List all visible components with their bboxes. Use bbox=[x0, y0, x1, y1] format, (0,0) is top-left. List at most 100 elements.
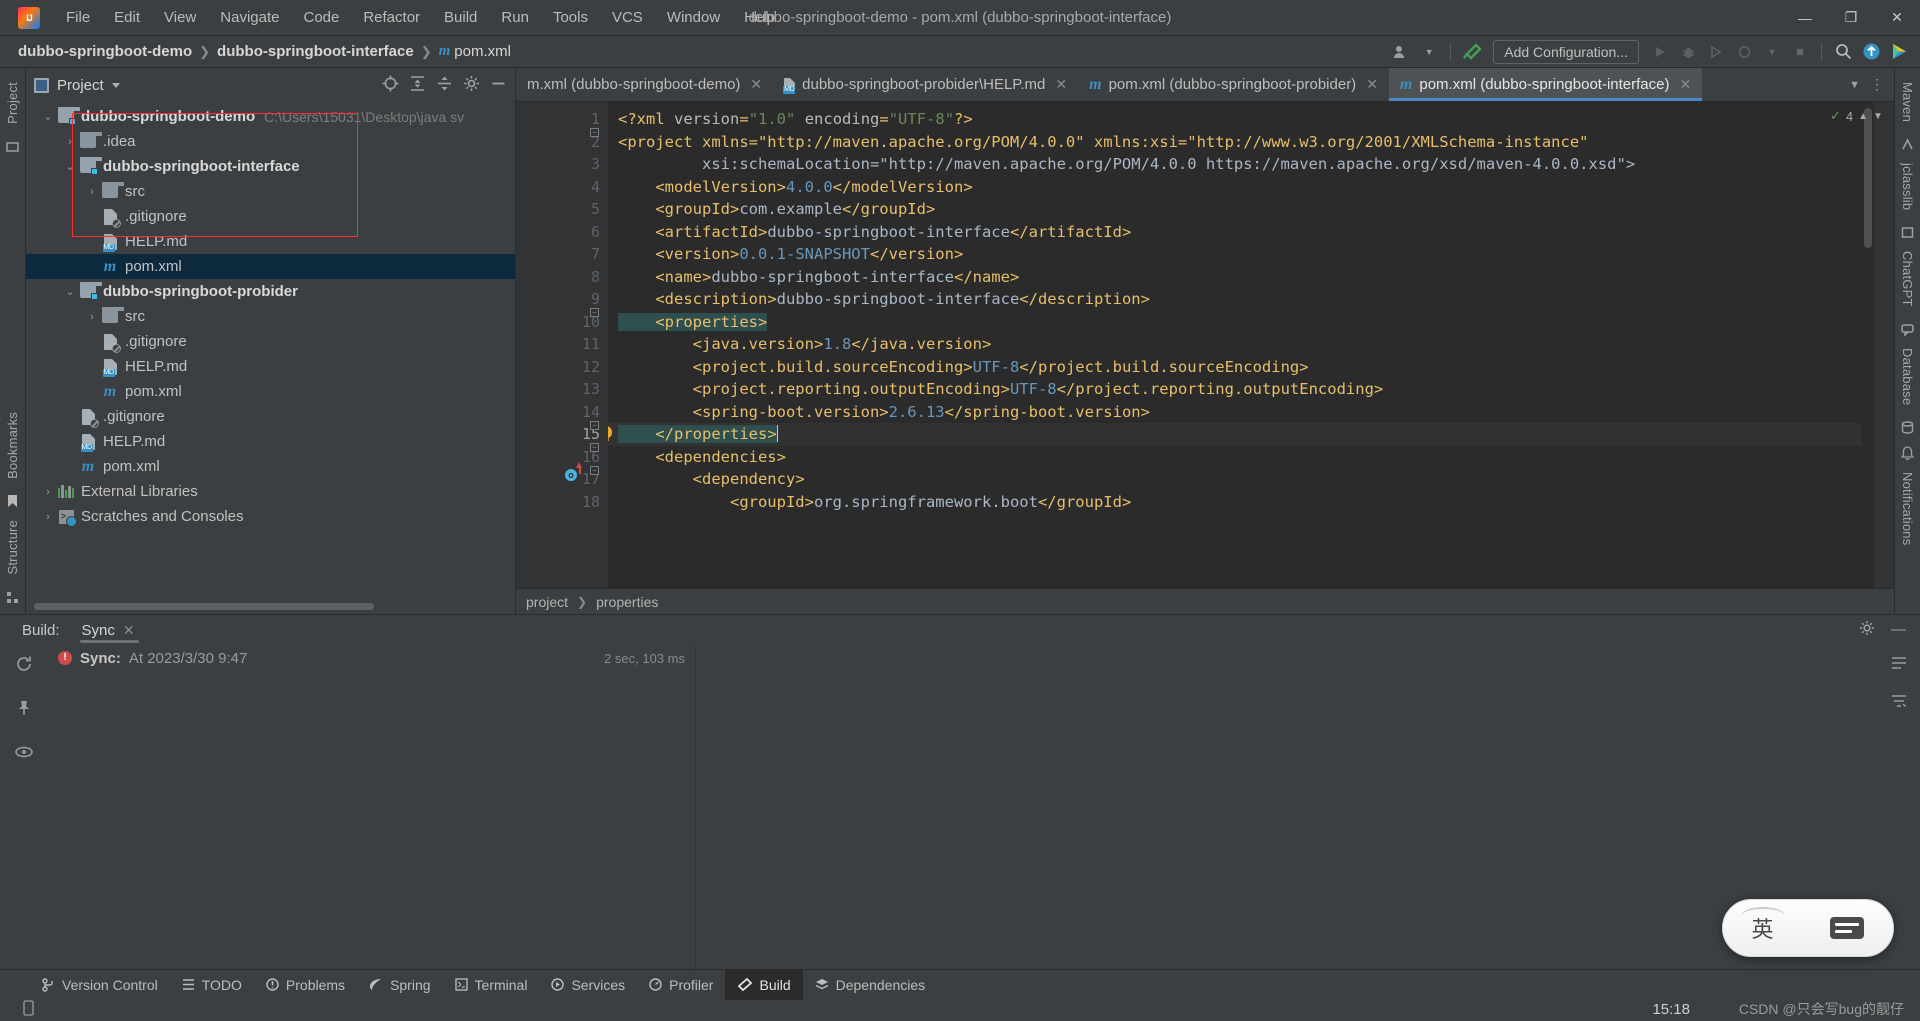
menu-code[interactable]: Code bbox=[291, 5, 351, 30]
code-line[interactable]: <modelVersion>4.0.0</modelVersion> bbox=[608, 176, 1874, 199]
update-project-icon[interactable] bbox=[1858, 40, 1884, 64]
breadcrumb[interactable]: dubbo-springboot-demo ❯ dubbo-springboot… bbox=[18, 43, 511, 60]
close-button[interactable]: ✕ bbox=[1874, 0, 1920, 36]
code-line[interactable]: <properties> bbox=[608, 311, 1874, 334]
tree-node--gitignore[interactable]: ·.gitignore bbox=[26, 204, 515, 229]
breadcrumb-file[interactable]: pom.xml bbox=[454, 43, 511, 60]
filter-icon[interactable] bbox=[1890, 693, 1908, 713]
code-line[interactable]: xsi:schemaLocation="http://maven.apache.… bbox=[608, 153, 1874, 176]
menu-tools[interactable]: Tools bbox=[541, 5, 600, 30]
status-button-build[interactable]: Build bbox=[725, 969, 803, 1000]
tree-toggle-arrow[interactable]: › bbox=[84, 311, 100, 323]
tree-node-dubbo-springboot-interface[interactable]: ⌄ dubbo-springboot-interface bbox=[26, 154, 515, 179]
code-line[interactable]: <project.reporting.outputEncoding>UTF-8<… bbox=[608, 378, 1874, 401]
list-view-icon[interactable] bbox=[1890, 655, 1908, 675]
editor-tab-pom-probider[interactable]: m pom.xml (dubbo-springboot-probider) ✕ bbox=[1078, 68, 1389, 101]
menu-refactor[interactable]: Refactor bbox=[351, 5, 432, 30]
menu-help[interactable]: Help bbox=[732, 5, 787, 30]
code-line[interactable]: <groupId>org.springframework.boot</group… bbox=[608, 491, 1874, 514]
tool-tab-project[interactable]: Project bbox=[2, 74, 23, 132]
tree-node-scratches-and-consoles[interactable]: › >_ Scratches and Consoles bbox=[26, 504, 515, 529]
code-line[interactable]: <name>dubbo-springboot-interface</name> bbox=[608, 266, 1874, 289]
code-line[interactable]: <project xmlns="http://maven.apache.org/… bbox=[608, 131, 1874, 154]
status-button-spring[interactable]: Spring bbox=[357, 970, 442, 1000]
code-line[interactable]: <dependencies> bbox=[608, 446, 1874, 469]
fold-marker-line-17[interactable]: − bbox=[590, 466, 599, 475]
menu-navigate[interactable]: Navigate bbox=[208, 5, 291, 30]
user-account-icon[interactable] bbox=[1388, 40, 1414, 64]
database-strip-icon[interactable] bbox=[1901, 421, 1914, 434]
tree-toggle-arrow[interactable]: › bbox=[62, 136, 78, 148]
fold-marker-line-16[interactable]: − bbox=[590, 443, 599, 452]
code-line[interactable]: <project.build.sourceEncoding>UTF-8</pro… bbox=[608, 356, 1874, 379]
tree-node-src[interactable]: › src bbox=[26, 304, 515, 329]
menu-file[interactable]: File bbox=[54, 5, 102, 30]
editor-tab-pom-demo[interactable]: m.xml (dubbo-springboot-demo) ✕ bbox=[516, 68, 773, 101]
status-button-dependencies[interactable]: Dependencies bbox=[803, 970, 938, 1000]
code-line[interactable]: <java.version>1.8</java.version> bbox=[608, 333, 1874, 356]
tree-node--gitignore[interactable]: ·.gitignore bbox=[26, 329, 515, 354]
tab-close-icon[interactable]: ✕ bbox=[1055, 76, 1067, 93]
profile-button[interactable] bbox=[1731, 40, 1757, 64]
tree-toggle-arrow[interactable]: › bbox=[40, 511, 56, 523]
tab-close-icon[interactable]: ✕ bbox=[1680, 76, 1692, 93]
project-panel-title-group[interactable]: Project bbox=[34, 77, 120, 94]
fold-marker-line-15[interactable]: − bbox=[590, 421, 599, 430]
maven-strip-icon[interactable] bbox=[1901, 138, 1914, 151]
chevron-up-icon[interactable]: ▲ bbox=[1858, 111, 1868, 122]
tree-node-pom-xml[interactable]: ·mpom.xml bbox=[26, 379, 515, 404]
minimize-panel-icon[interactable]: — bbox=[1891, 622, 1906, 637]
window-controls[interactable]: — ❐ ✕ bbox=[1782, 0, 1920, 36]
code-line[interactable]: <groupId>com.example</groupId> bbox=[608, 198, 1874, 221]
structure-strip-icon[interactable] bbox=[6, 591, 19, 604]
tree-node-external-libraries[interactable]: › External Libraries bbox=[26, 479, 515, 504]
ide-feature-icon[interactable] bbox=[1886, 40, 1912, 64]
collapse-all-icon[interactable] bbox=[436, 75, 453, 96]
code-line[interactable]: <description>dubbo-springboot-interface<… bbox=[608, 288, 1874, 311]
chevron-down-icon[interactable]: ▼ bbox=[1873, 111, 1883, 122]
tree-node--gitignore[interactable]: ·.gitignore bbox=[26, 404, 515, 429]
status-button-services[interactable]: Services bbox=[539, 970, 637, 1000]
tree-node-help-md[interactable]: ·MDHELP.md bbox=[26, 229, 515, 254]
inspection-strip[interactable]: ✓ 4 ▲ ▼ bbox=[1830, 102, 1894, 588]
status-button-problems[interactable]: Problems bbox=[254, 970, 357, 1000]
settings-gear-icon[interactable] bbox=[463, 75, 480, 96]
tree-node-help-md[interactable]: ·MDHELP.md bbox=[26, 354, 515, 379]
tool-tab-jclasslib[interactable]: jclasslib bbox=[1897, 155, 1918, 218]
stop-button[interactable]: ■ bbox=[1787, 40, 1813, 64]
scrollbar-thumb[interactable] bbox=[34, 602, 374, 610]
dependency-annotation-icon[interactable]: o bbox=[565, 469, 577, 481]
ime-keyboard-icon[interactable] bbox=[1830, 917, 1865, 939]
tree-node-help-md[interactable]: ·MDHELP.md bbox=[26, 429, 515, 454]
pin-icon[interactable] bbox=[15, 699, 33, 721]
select-opened-file-icon[interactable] bbox=[382, 75, 399, 96]
tool-tab-maven[interactable]: Maven bbox=[1897, 74, 1918, 130]
add-configuration-button[interactable]: Add Configuration... bbox=[1493, 39, 1639, 64]
editor-tab-help-md[interactable]: MD dubbo-springboot-probider\HELP.md ✕ bbox=[773, 68, 1078, 101]
user-dropdown-caret-icon[interactable]: ▼ bbox=[1416, 40, 1442, 64]
run-dropdown-caret-icon[interactable]: ▼ bbox=[1759, 40, 1785, 64]
expand-all-icon[interactable] bbox=[409, 75, 426, 96]
code-line[interactable]: <artifactId>dubbo-springboot-interface</… bbox=[608, 221, 1874, 244]
hide-panel-icon[interactable] bbox=[490, 75, 507, 96]
device-icon[interactable] bbox=[22, 1000, 35, 1020]
build-hammer-icon[interactable] bbox=[1459, 40, 1485, 64]
minimize-button[interactable]: — bbox=[1782, 0, 1828, 36]
menu-edit[interactable]: Edit bbox=[102, 5, 152, 30]
editor-gutter[interactable]: 1 2 3 4 5 6 7 8 9 10 11 12 13 14 15 16 17 18 − − − − − o bbox=[516, 102, 608, 588]
menu-run[interactable]: Run bbox=[489, 5, 541, 30]
tree-node-pom-xml[interactable]: ·mpom.xml bbox=[26, 454, 515, 479]
jclasslib-strip-icon[interactable] bbox=[1901, 226, 1914, 239]
fold-marker-line-10[interactable]: − bbox=[590, 308, 599, 317]
tree-toggle-arrow[interactable]: ⌄ bbox=[40, 110, 56, 123]
code-line[interactable]: </properties> bbox=[608, 423, 1874, 446]
chevron-down-icon[interactable]: ▼ bbox=[1849, 79, 1860, 91]
chatgpt-strip-icon[interactable] bbox=[1901, 323, 1914, 336]
menu-window[interactable]: Window bbox=[655, 5, 732, 30]
breadcrumb-project-node[interactable]: project bbox=[526, 594, 568, 610]
menu-view[interactable]: View bbox=[152, 5, 208, 30]
menu-bar[interactable]: File Edit View Navigate Code Refactor Bu… bbox=[54, 5, 787, 30]
code-area[interactable]: <?xml version="1.0" encoding="UTF-8"?> <p… bbox=[608, 102, 1874, 588]
debug-button[interactable] bbox=[1675, 40, 1701, 64]
fold-marker-line-2[interactable]: − bbox=[590, 128, 599, 137]
